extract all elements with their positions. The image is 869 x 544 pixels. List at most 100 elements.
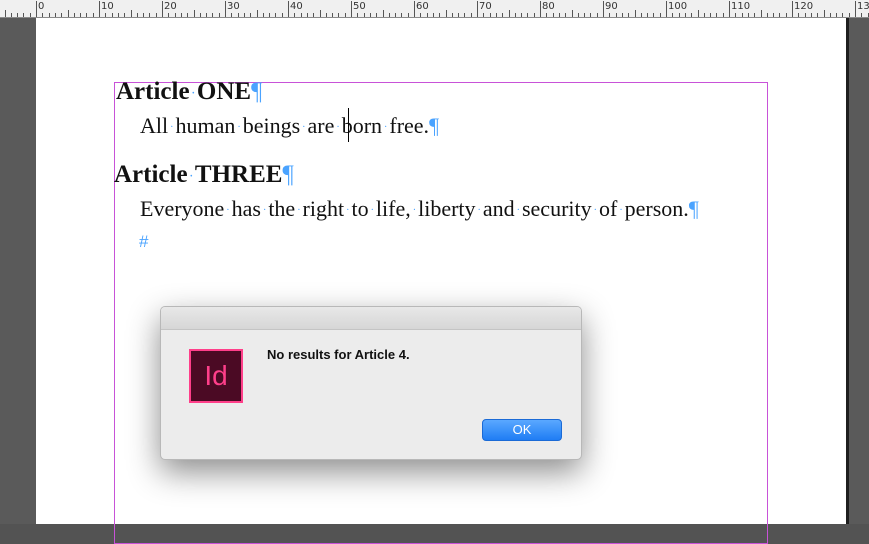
ruler-tick xyxy=(181,13,182,17)
ruler-tick xyxy=(364,13,365,17)
ruler-tick xyxy=(219,13,220,17)
ruler-label: 80 xyxy=(542,1,555,12)
ruler-tick xyxy=(754,13,755,17)
ruler-tick xyxy=(628,13,629,17)
ruler-tick xyxy=(735,13,736,17)
ruler-tick xyxy=(433,13,434,17)
ruler-tick xyxy=(836,13,837,17)
ruler-tick xyxy=(162,1,163,17)
space-marker: · xyxy=(336,122,340,134)
ruler-tick xyxy=(590,13,591,17)
space-marker: · xyxy=(237,122,241,134)
heading-text: Article ·ONE xyxy=(116,78,252,105)
ruler-tick xyxy=(685,13,686,17)
heading-article-three[interactable]: Article ·THREE¶ xyxy=(114,161,294,189)
ruler-label: 110 xyxy=(731,1,751,12)
ruler-tick xyxy=(175,13,176,17)
ruler-tick xyxy=(723,13,724,17)
ruler-tick xyxy=(578,13,579,17)
ruler-tick xyxy=(357,13,358,17)
ruler-tick xyxy=(559,13,560,17)
end-of-story-marker: # xyxy=(139,232,149,251)
horizontal-ruler[interactable]: 0 10 20 30 40 50 60 70 80 90 100 110 120 130 xyxy=(0,0,869,18)
paragraph-text: All ·human ·beings ·are ·born ·free. xyxy=(140,113,430,138)
heading-text: Article ·THREE xyxy=(114,161,283,188)
ruler-tick xyxy=(187,13,188,17)
ruler-tick xyxy=(389,13,390,17)
space-marker: · xyxy=(170,122,174,134)
ruler-tick xyxy=(534,13,535,17)
ruler-tick xyxy=(250,13,251,17)
space-marker: · xyxy=(477,205,481,217)
ruler-tick xyxy=(830,13,831,17)
ruler-tick xyxy=(691,13,692,17)
ruler-tick xyxy=(842,13,843,17)
dialog-titlebar[interactable] xyxy=(161,307,581,330)
space-marker: · xyxy=(370,205,374,217)
ruler-label: 90 xyxy=(605,1,618,12)
ruler-tick xyxy=(572,10,573,17)
ruler-tick xyxy=(301,13,302,17)
paragraph-article-one[interactable]: All ·human ·beings ·are ·born ·free.¶ xyxy=(140,113,439,139)
ruler-tick xyxy=(767,13,768,17)
ruler-tick xyxy=(811,13,812,17)
ruler-tick xyxy=(383,10,384,17)
ruler-tick xyxy=(225,1,226,17)
ruler-tick xyxy=(660,13,661,17)
ruler-tick xyxy=(68,10,69,17)
ruler-tick xyxy=(11,13,12,17)
ruler-label: 130 xyxy=(857,1,869,12)
ruler-tick xyxy=(206,13,207,17)
ruler-tick xyxy=(351,1,352,17)
ruler-tick xyxy=(521,13,522,17)
ruler-tick xyxy=(338,13,339,17)
ruler-tick xyxy=(168,13,169,17)
ruler-tick xyxy=(616,13,617,17)
paragraph-article-three[interactable]: Everyone ·has ·the ·right ·to ·life, ·liberty ·… xyxy=(140,196,699,222)
ruler-tick xyxy=(401,13,402,17)
ruler-tick xyxy=(716,13,717,17)
ruler-tick xyxy=(395,13,396,17)
ruler-tick xyxy=(584,13,585,17)
ruler-tick xyxy=(313,13,314,17)
ruler-tick xyxy=(603,1,604,17)
ruler-tick xyxy=(124,13,125,17)
ruler-tick xyxy=(748,13,749,17)
ruler-tick xyxy=(332,13,333,17)
ruler-tick xyxy=(307,13,308,17)
ruler-tick xyxy=(288,1,289,17)
ruler-label: 120 xyxy=(794,1,814,12)
ruler-tick xyxy=(294,13,295,17)
ruler-tick xyxy=(55,13,56,17)
ruler-tick xyxy=(515,13,516,17)
ruler-tick xyxy=(849,13,850,17)
space-marker: · xyxy=(619,205,623,217)
space-marker: · xyxy=(191,87,195,99)
ruler-tick xyxy=(672,13,673,17)
ruler-tick xyxy=(496,13,497,17)
ruler-tick xyxy=(729,1,730,17)
ruler-tick xyxy=(427,13,428,17)
ruler-tick xyxy=(855,1,856,17)
pilcrow-mark: ¶ xyxy=(251,78,263,105)
ruler-tick xyxy=(452,13,453,17)
pilcrow-mark: ¶ xyxy=(282,161,294,188)
ruler-tick xyxy=(61,13,62,17)
ruler-tick xyxy=(156,13,157,17)
ruler-tick xyxy=(414,1,415,17)
ruler-tick xyxy=(698,10,699,17)
ruler-label: 0 xyxy=(38,1,45,12)
heading-article-one[interactable]: Article ·ONE¶ xyxy=(116,78,262,106)
ruler-tick xyxy=(5,10,6,17)
space-marker: · xyxy=(346,205,350,217)
ruler-tick xyxy=(597,13,598,17)
app-icon-label: Id xyxy=(204,360,228,391)
ruler-tick xyxy=(143,13,144,17)
ruler-tick xyxy=(786,13,787,17)
ruler-tick xyxy=(42,13,43,17)
space-marker: · xyxy=(412,205,417,217)
ok-button[interactable]: OK xyxy=(482,419,562,441)
space-marker: · xyxy=(189,170,193,182)
ruler-tick xyxy=(666,1,667,17)
ruler-tick xyxy=(509,10,510,17)
